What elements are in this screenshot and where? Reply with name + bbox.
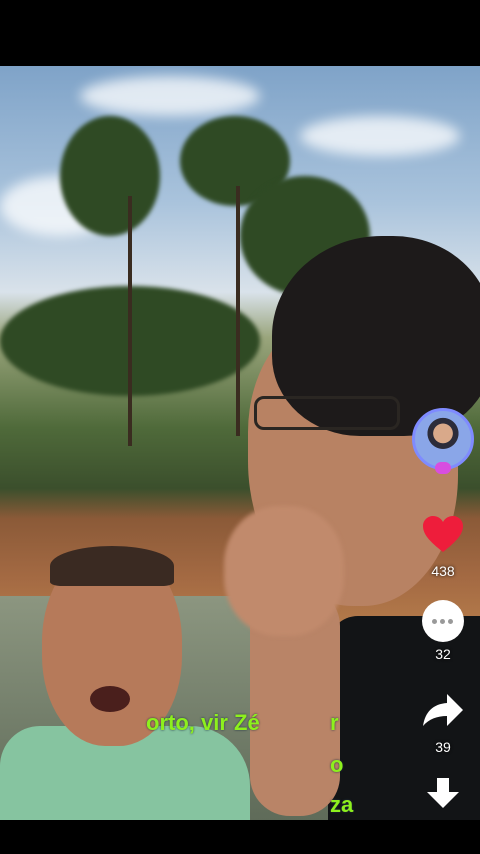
video-frame[interactable]: orto, vir Zé r o za <box>0 66 480 820</box>
share-count: 39 <box>435 739 451 755</box>
man-left-hair <box>50 546 174 586</box>
tree-trunk <box>128 196 132 446</box>
caption-line-1-tail: r <box>330 710 339 735</box>
heart-icon <box>423 516 463 552</box>
bottom-black-bar <box>0 820 480 854</box>
like-button[interactable]: 438 <box>410 514 476 579</box>
man-left-mouth <box>90 686 130 712</box>
cloud <box>80 76 260 116</box>
comment-button[interactable]: 32 <box>410 600 476 662</box>
live-badge-icon <box>435 462 451 474</box>
tree <box>60 116 160 236</box>
caption-line-2: o <box>330 752 344 777</box>
top-black-bar <box>0 0 480 66</box>
creator-avatar[interactable] <box>412 408 474 470</box>
comment-count: 32 <box>435 646 451 662</box>
comment-icon <box>422 600 464 642</box>
share-button[interactable]: 39 <box>410 690 476 755</box>
man-left <box>0 546 250 820</box>
caption-line-3: za <box>330 792 354 817</box>
like-count: 438 <box>431 563 455 579</box>
caption-line-1: orto, vir Zé <box>146 710 260 735</box>
download-icon <box>427 778 459 808</box>
share-icon <box>423 694 463 726</box>
man-right-glasses <box>254 396 400 430</box>
cloud <box>300 116 460 156</box>
download-button[interactable] <box>410 776 476 815</box>
